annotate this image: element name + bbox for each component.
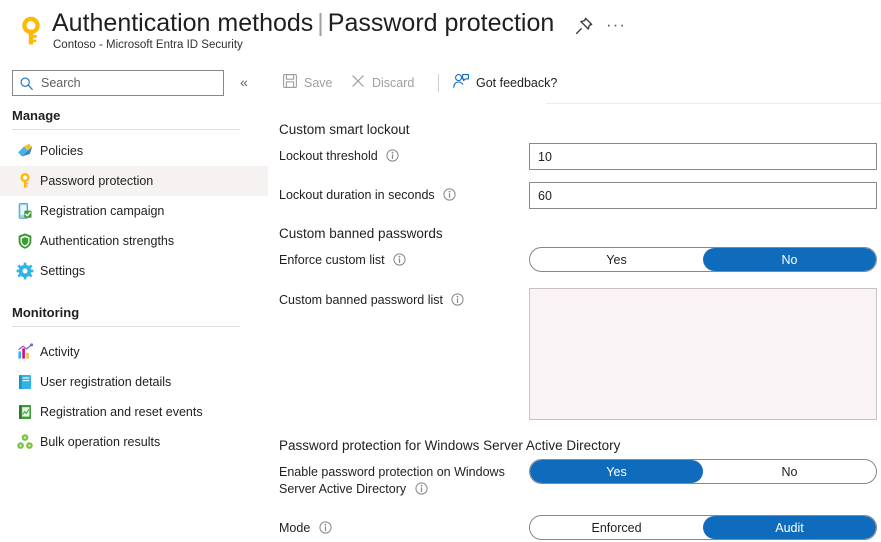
command-bar: Save Discard Got feedback? (268, 62, 881, 104)
report-icon (16, 403, 34, 421)
mode-label: Mode (279, 520, 332, 537)
lockout-duration-label: Lockout duration in seconds (279, 187, 456, 204)
ellipsis-icon[interactable]: ··· (604, 14, 628, 38)
custom-banned-password-list-label: Custom banned password list (279, 292, 465, 309)
sidebar-divider-monitoring (12, 326, 240, 327)
blade-sidebar: « Manage Policies (0, 62, 268, 542)
section-title-windows-server-ad: Password protection for Windows Server A… (279, 438, 621, 453)
page-title-separator: | (317, 9, 324, 37)
mode-toggle[interactable]: Enforced Audit (529, 515, 877, 540)
key-icon (14, 14, 48, 48)
shield-icon (16, 232, 34, 250)
section-title-custom-banned-passwords: Custom banned passwords (279, 226, 443, 241)
sidebar-item-authentication-strengths[interactable]: Authentication strengths (0, 226, 268, 256)
gear-icon (16, 262, 34, 280)
sidebar-item-policies[interactable]: Policies (0, 136, 268, 166)
sidebar-item-label: Activity (40, 345, 80, 359)
lockout-duration-input[interactable] (529, 182, 877, 209)
discard-button[interactable]: Discard (350, 70, 414, 96)
lockout-duration-label-text: Lockout duration in seconds (279, 188, 435, 202)
sidebar-item-label: Registration and reset events (40, 405, 203, 419)
key-icon (16, 172, 34, 190)
sidebar-item-password-protection[interactable]: Password protection (0, 166, 268, 196)
custom-banned-password-list-label-text: Custom banned password list (279, 293, 443, 307)
enable-on-windows-ad-label-line2: Server Active Directory (279, 482, 407, 496)
bulk-operations-icon (16, 433, 34, 451)
book-icon (16, 373, 34, 391)
enforce-custom-list-label-text: Enforce custom list (279, 253, 385, 267)
info-icon[interactable] (451, 293, 465, 306)
command-bar-divider (438, 74, 439, 92)
policies-icon (16, 142, 34, 160)
command-bar-bottom-rule (546, 103, 881, 104)
save-button[interactable]: Save (282, 70, 333, 96)
discard-label: Discard (372, 76, 415, 90)
close-x-icon (350, 73, 366, 94)
enable-on-windows-ad-toggle[interactable]: Yes No (529, 459, 877, 484)
page-title-main: Authentication methods (52, 9, 314, 37)
info-icon[interactable] (443, 188, 456, 201)
info-icon[interactable] (319, 521, 332, 534)
got-feedback-label: Got feedback? (476, 76, 558, 90)
sidebar-item-activity[interactable]: Activity (0, 337, 268, 367)
search-input[interactable] (39, 71, 221, 95)
mode-option-enforced[interactable]: Enforced (530, 516, 703, 539)
sidebar-group-manage: Manage (12, 108, 61, 123)
sidebar-item-label: User registration details (40, 375, 172, 389)
info-icon[interactable] (386, 149, 399, 162)
enable-on-windows-ad-option-yes[interactable]: Yes (530, 460, 703, 483)
info-icon[interactable] (393, 253, 406, 266)
mode-option-audit[interactable]: Audit (703, 516, 876, 539)
sidebar-item-label: Password protection (40, 174, 154, 188)
sidebar-group-monitoring: Monitoring (12, 305, 80, 320)
azure-portal-blade: Authentication methods | Password protecti… (0, 0, 881, 542)
registration-campaign-icon (16, 202, 34, 220)
pin-icon[interactable] (572, 14, 596, 38)
lockout-threshold-label: Lockout threshold (279, 148, 399, 165)
chevron-double-left-icon[interactable]: « (234, 72, 254, 92)
sidebar-item-label: Settings (40, 264, 86, 278)
enable-on-windows-ad-option-no[interactable]: No (703, 460, 876, 483)
breadcrumb-subtitle: Contoso - Microsoft Entra ID Security (53, 39, 243, 51)
sidebar-item-label: Registration campaign (40, 204, 165, 218)
page-title: Authentication methods | Password protecti… (52, 7, 554, 39)
lockout-threshold-label-text: Lockout threshold (279, 149, 378, 163)
search-box[interactable] (12, 70, 224, 96)
enforce-custom-list-label: Enforce custom list (279, 252, 406, 269)
sidebar-item-bulk-operation-results[interactable]: Bulk operation results (0, 427, 268, 457)
sidebar-divider-manage (12, 129, 240, 130)
got-feedback-button[interactable]: Got feedback? (452, 70, 557, 96)
lockout-threshold-input[interactable] (529, 143, 877, 170)
enable-on-windows-ad-label: Enable password protection on Windows Se… (279, 464, 519, 498)
save-disk-icon (282, 73, 298, 94)
sidebar-item-settings[interactable]: Settings (0, 256, 268, 286)
blade-header: Authentication methods | Password protecti… (0, 0, 881, 62)
sidebar-item-registration-campaign[interactable]: Registration campaign (0, 196, 268, 226)
info-icon[interactable] (415, 482, 428, 495)
save-label: Save (304, 76, 333, 90)
page-title-sub: Password protection (327, 9, 555, 37)
enforce-custom-list-toggle[interactable]: Yes No (529, 247, 877, 272)
custom-banned-password-list-textarea[interactable] (529, 288, 877, 420)
section-title-custom-smart-lockout: Custom smart lockout (279, 122, 410, 137)
enable-on-windows-ad-label-line1: Enable password protection on Windows (279, 465, 505, 479)
mode-label-text: Mode (279, 521, 311, 535)
sidebar-item-user-registration-details[interactable]: User registration details (0, 367, 268, 397)
search-icon (19, 76, 34, 91)
sidebar-item-registration-and-reset-events[interactable]: Registration and reset events (0, 397, 268, 427)
enforce-custom-list-option-no[interactable]: No (703, 248, 876, 271)
sidebar-item-label: Authentication strengths (40, 234, 175, 248)
activity-chart-icon (16, 343, 34, 361)
person-feedback-icon (452, 72, 470, 95)
enforce-custom-list-option-yes[interactable]: Yes (530, 248, 703, 271)
sidebar-item-label: Bulk operation results (40, 435, 161, 449)
sidebar-item-label: Policies (40, 144, 84, 158)
